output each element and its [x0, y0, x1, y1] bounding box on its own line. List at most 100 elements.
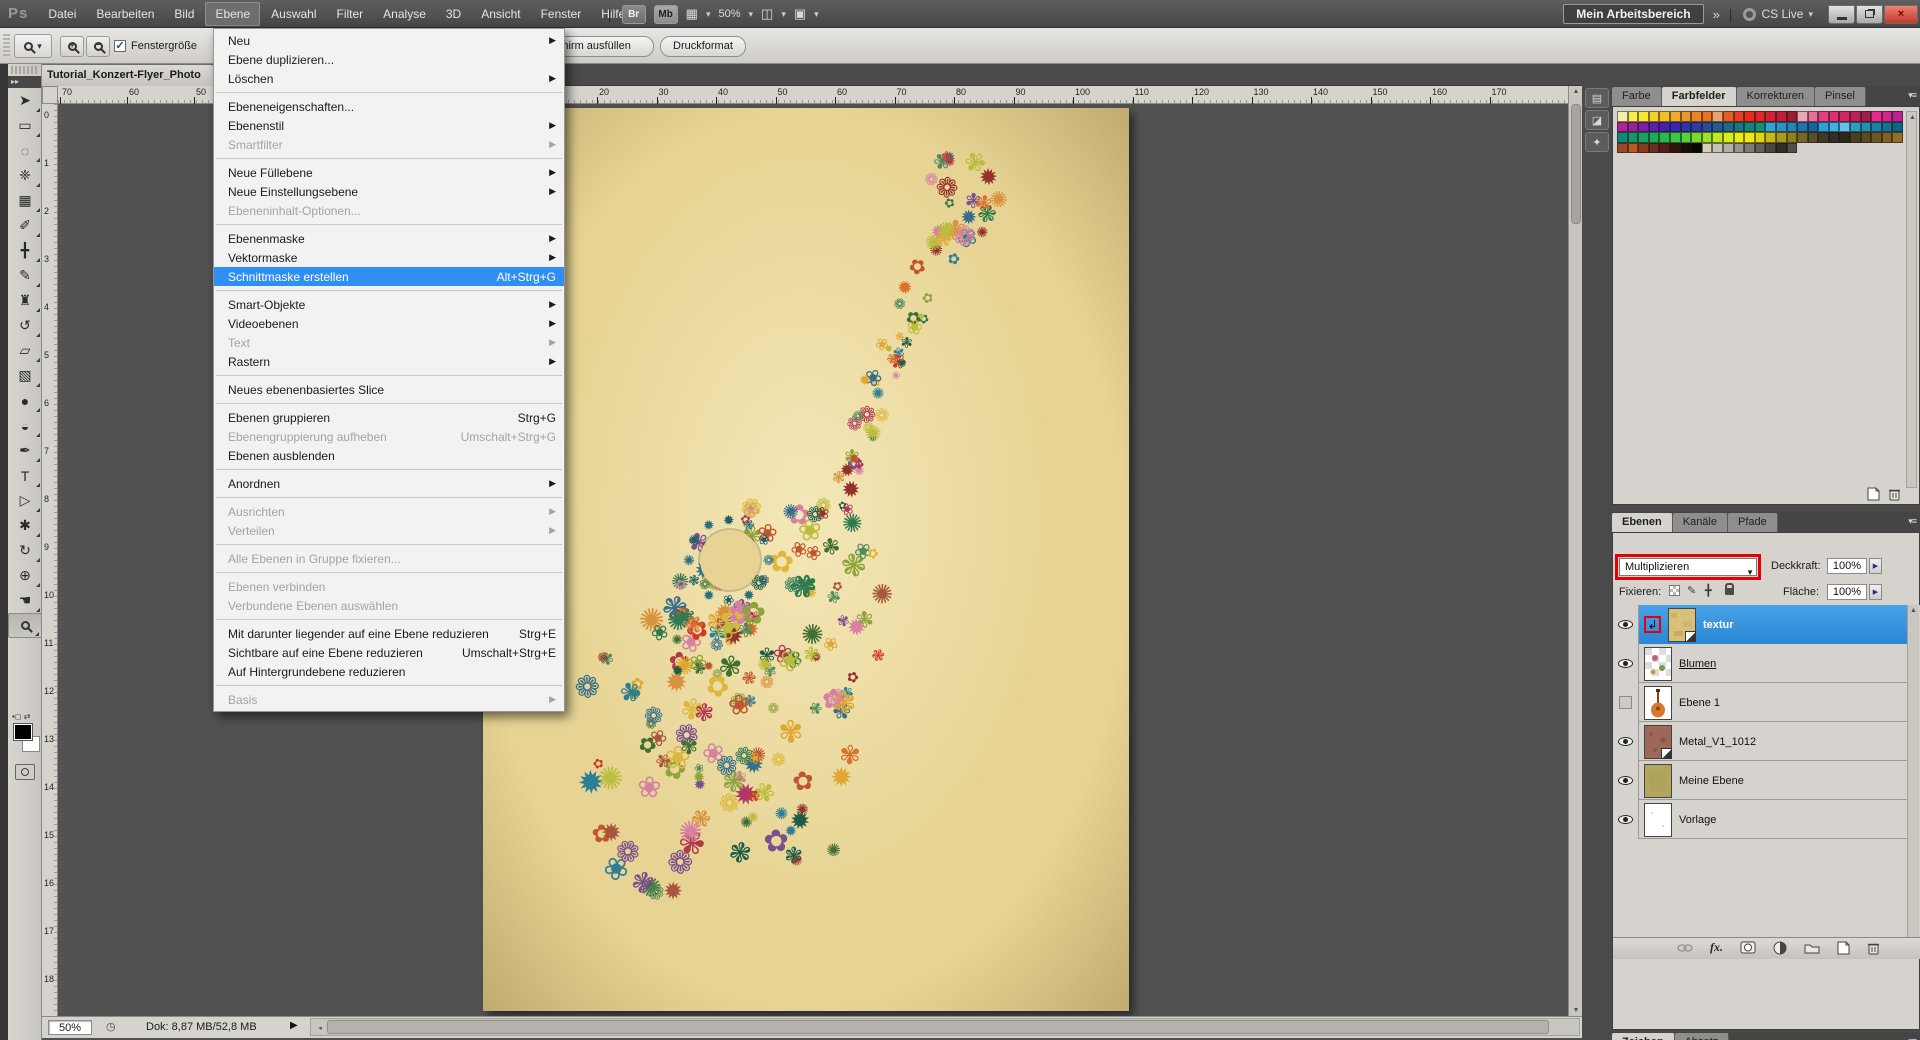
- hand-tool[interactable]: ☚: [8, 588, 42, 613]
- swatch[interactable]: [1723, 111, 1734, 122]
- brush-tool[interactable]: ✎: [8, 263, 42, 288]
- swatch[interactable]: [1850, 122, 1861, 133]
- swatch[interactable]: [1755, 122, 1766, 133]
- zoom-tool[interactable]: [8, 613, 42, 638]
- swatch[interactable]: [1617, 122, 1628, 133]
- scroll-up-icon[interactable]: ▲: [1908, 607, 1919, 614]
- panel-drag-handle[interactable]: [11, 66, 38, 74]
- arrange-documents-icon[interactable]: ◫: [761, 6, 773, 22]
- path-selection-tool[interactable]: ▷: [8, 488, 42, 513]
- swatch[interactable]: [1628, 143, 1639, 154]
- swatch[interactable]: [1649, 143, 1660, 154]
- swatch[interactable]: [1787, 143, 1798, 154]
- menu-bild[interactable]: Bild: [165, 3, 203, 25]
- eye-icon[interactable]: [1618, 776, 1633, 785]
- swatch[interactable]: [1617, 143, 1628, 154]
- panel-menu-icon[interactable]: ▾≡: [1908, 516, 1916, 527]
- swatch[interactable]: [1638, 143, 1649, 154]
- menu-analyse[interactable]: Analyse: [374, 3, 435, 25]
- zoom-in-button[interactable]: [60, 36, 84, 57]
- visibility-empty-box[interactable]: [1619, 696, 1632, 709]
- swatch[interactable]: [1765, 111, 1776, 122]
- layer-thumbnail[interactable]: [1644, 725, 1672, 759]
- swatch[interactable]: [1723, 122, 1734, 133]
- adjustment-layer-button[interactable]: [1773, 941, 1787, 955]
- layer-name[interactable]: Ebene 1: [1679, 697, 1720, 709]
- collapsed-panel-button-1[interactable]: ▤: [1585, 88, 1609, 108]
- type-tool[interactable]: T: [8, 463, 42, 488]
- swatch[interactable]: [1871, 122, 1882, 133]
- gradient-tool[interactable]: ▧: [8, 363, 42, 388]
- scrollbar-thumb[interactable]: [1571, 104, 1581, 224]
- menu-item-neu[interactable]: Neu▶: [214, 31, 564, 50]
- menu-item-neues-ebenenbasiertes-slice[interactable]: Neues ebenenbasiertes Slice: [214, 380, 564, 399]
- move-tool[interactable]: ➤: [8, 88, 42, 113]
- layer-row-blumen[interactable]: Blumen: [1613, 644, 1909, 683]
- swatch[interactable]: [1691, 122, 1702, 133]
- layer-style-button[interactable]: fx.: [1710, 940, 1723, 955]
- layer-main[interactable]: Vorlage: [1639, 800, 1909, 839]
- layer-thumbnail[interactable]: [1644, 686, 1672, 720]
- clone-stamp-tool[interactable]: ♜: [8, 288, 42, 313]
- visibility-cell[interactable]: [1613, 800, 1639, 839]
- menu-item-anordnen[interactable]: Anordnen▶: [214, 474, 564, 493]
- swatch[interactable]: [1850, 111, 1861, 122]
- swatch[interactable]: [1734, 143, 1745, 154]
- menu-item-ebenen-gruppieren[interactable]: Ebenen gruppierenStrg+G: [214, 408, 564, 427]
- custom-shape-tool[interactable]: ✱: [8, 513, 42, 538]
- collapsed-panel-button-3[interactable]: ✦: [1585, 132, 1609, 152]
- swatch[interactable]: [1829, 122, 1840, 133]
- swatch[interactable]: [1702, 132, 1713, 143]
- menu-item-ebenenstil[interactable]: Ebenenstil▶: [214, 116, 564, 135]
- menu-item-neue-einstellungsebene[interactable]: Neue Einstellungsebene▶: [214, 182, 564, 201]
- eyedropper-tool[interactable]: ✐: [8, 213, 42, 238]
- drag-handle[interactable]: [3, 34, 10, 58]
- menu-item-sichtbare-auf-eine-ebene-reduzieren[interactable]: Sichtbare auf eine Ebene reduzierenUmsch…: [214, 643, 564, 662]
- workspace-button[interactable]: Mein Arbeitsbereich: [1563, 4, 1703, 24]
- workspace-overflow-chevrons[interactable]: »: [1713, 7, 1718, 22]
- bridge-button[interactable]: Br: [622, 5, 646, 24]
- swatch[interactable]: [1712, 111, 1723, 122]
- menu-item-neue-füllebene[interactable]: Neue Füllebene▶: [214, 163, 564, 182]
- orbit-3d-tool[interactable]: ⊕: [8, 563, 42, 588]
- swatch[interactable]: [1638, 122, 1649, 133]
- foreground-color-chip[interactable]: [14, 724, 32, 740]
- eye-icon[interactable]: [1618, 815, 1633, 824]
- swatch[interactable]: [1839, 111, 1850, 122]
- swatch[interactable]: [1871, 132, 1882, 143]
- swatches-scrollbar[interactable]: ▲: [1906, 111, 1917, 488]
- scroll-left-icon[interactable]: ◂: [313, 1024, 327, 1032]
- layer-main[interactable]: Metal_V1_1012: [1639, 722, 1909, 761]
- collapsed-panel-button-2[interactable]: ◪: [1585, 110, 1609, 130]
- status-zoom-field[interactable]: 50%: [48, 1020, 92, 1035]
- swatch[interactable]: [1691, 111, 1702, 122]
- visibility-cell[interactable]: [1613, 644, 1639, 683]
- layer-row-ebene-1[interactable]: Ebene 1: [1613, 683, 1909, 722]
- swatch[interactable]: [1892, 111, 1903, 122]
- swatch[interactable]: [1649, 111, 1660, 122]
- swatch[interactable]: [1818, 111, 1829, 122]
- blur-tool[interactable]: ●: [8, 388, 42, 413]
- swatch[interactable]: [1776, 111, 1787, 122]
- swatch[interactable]: [1628, 132, 1639, 143]
- swatch[interactable]: [1818, 132, 1829, 143]
- menu-fenster[interactable]: Fenster: [532, 3, 591, 25]
- screen-mode-icon[interactable]: ▣: [794, 6, 806, 22]
- rotate-3d-tool[interactable]: ↻: [8, 538, 42, 563]
- scroll-up-icon[interactable]: ▲: [1907, 114, 1918, 121]
- cs-live-menu[interactable]: CS Live ▾: [1743, 7, 1813, 21]
- horizontal-scrollbar[interactable]: ◂: [310, 1018, 1580, 1036]
- tab-farbfelder[interactable]: Farbfelder: [1662, 87, 1737, 106]
- swatch[interactable]: [1755, 111, 1766, 122]
- swatch[interactable]: [1649, 122, 1660, 133]
- layer-main[interactable]: Meine Ebene: [1639, 761, 1909, 800]
- crop-tool[interactable]: ▦: [8, 188, 42, 213]
- lock-position-icon[interactable]: ╋: [1705, 584, 1712, 597]
- swatch[interactable]: [1776, 143, 1787, 154]
- swatch[interactable]: [1702, 111, 1713, 122]
- quick-selection-tool[interactable]: ❈: [8, 163, 42, 188]
- menu-ebene[interactable]: Ebene: [205, 2, 260, 26]
- layer-name[interactable]: Meine Ebene: [1679, 775, 1744, 787]
- new-group-button[interactable]: [1804, 942, 1820, 954]
- eye-icon[interactable]: [1618, 737, 1633, 746]
